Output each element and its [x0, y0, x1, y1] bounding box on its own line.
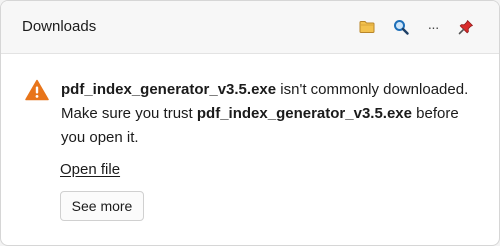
- more-icon: ···: [427, 19, 440, 35]
- filename: pdf_index_generator_v3.5.exe: [196, 105, 412, 122]
- more-options-button[interactable]: ···: [419, 13, 447, 41]
- warning-message: pdf_index_generator_v3.5.exe isn't commo…: [61, 78, 481, 150]
- open-downloads-folder-button[interactable]: [353, 13, 381, 41]
- folder-icon: [359, 21, 375, 33]
- pin-icon: [458, 20, 473, 35]
- warning-triangle-icon: [25, 79, 49, 101]
- open-file-link[interactable]: Open file: [60, 161, 120, 178]
- pin-button[interactable]: [452, 13, 480, 41]
- downloads-panel: Downloads ··· pdf_index_generator_v3.5.e…: [0, 0, 500, 246]
- search-downloads-button[interactable]: [387, 13, 415, 41]
- see-more-button[interactable]: See more: [60, 191, 144, 221]
- search-icon: [394, 20, 409, 35]
- panel-title: Downloads: [22, 18, 97, 35]
- filename: pdf_index_generator_v3.5.exe: [61, 81, 277, 98]
- panel-header: Downloads ···: [1, 1, 499, 54]
